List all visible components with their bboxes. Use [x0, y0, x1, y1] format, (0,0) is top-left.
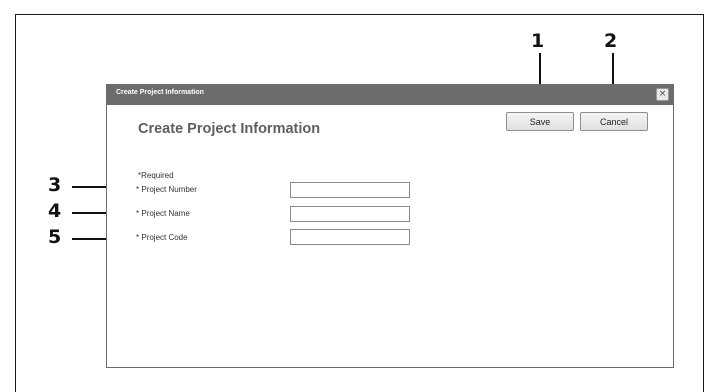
project-number-label: * Project Number	[136, 185, 197, 194]
manual-illustration: 1 2 3 4 5 Create Project Information × C…	[0, 0, 706, 392]
dialog-titlebar-title: Create Project Information	[116, 89, 204, 96]
callout-2: 2	[604, 30, 618, 52]
required-note: *Required	[138, 171, 174, 180]
project-name-label: * Project Name	[136, 209, 190, 218]
project-code-input[interactable]	[290, 229, 410, 245]
callout-3: 3	[48, 174, 62, 196]
project-code-label: * Project Code	[136, 233, 188, 242]
dialog-titlebar: Create Project Information ×	[107, 85, 673, 105]
create-project-dialog: Create Project Information × Create Proj…	[106, 84, 674, 368]
project-name-input[interactable]	[290, 206, 410, 222]
callout-5: 5	[48, 226, 62, 248]
save-button[interactable]: Save	[506, 112, 574, 131]
close-icon[interactable]: ×	[656, 88, 669, 101]
cancel-button[interactable]: Cancel	[580, 112, 648, 131]
project-number-input[interactable]	[290, 182, 410, 198]
dialog-heading: Create Project Information	[138, 121, 321, 137]
callout-1: 1	[531, 30, 545, 52]
callout-4: 4	[48, 200, 62, 222]
